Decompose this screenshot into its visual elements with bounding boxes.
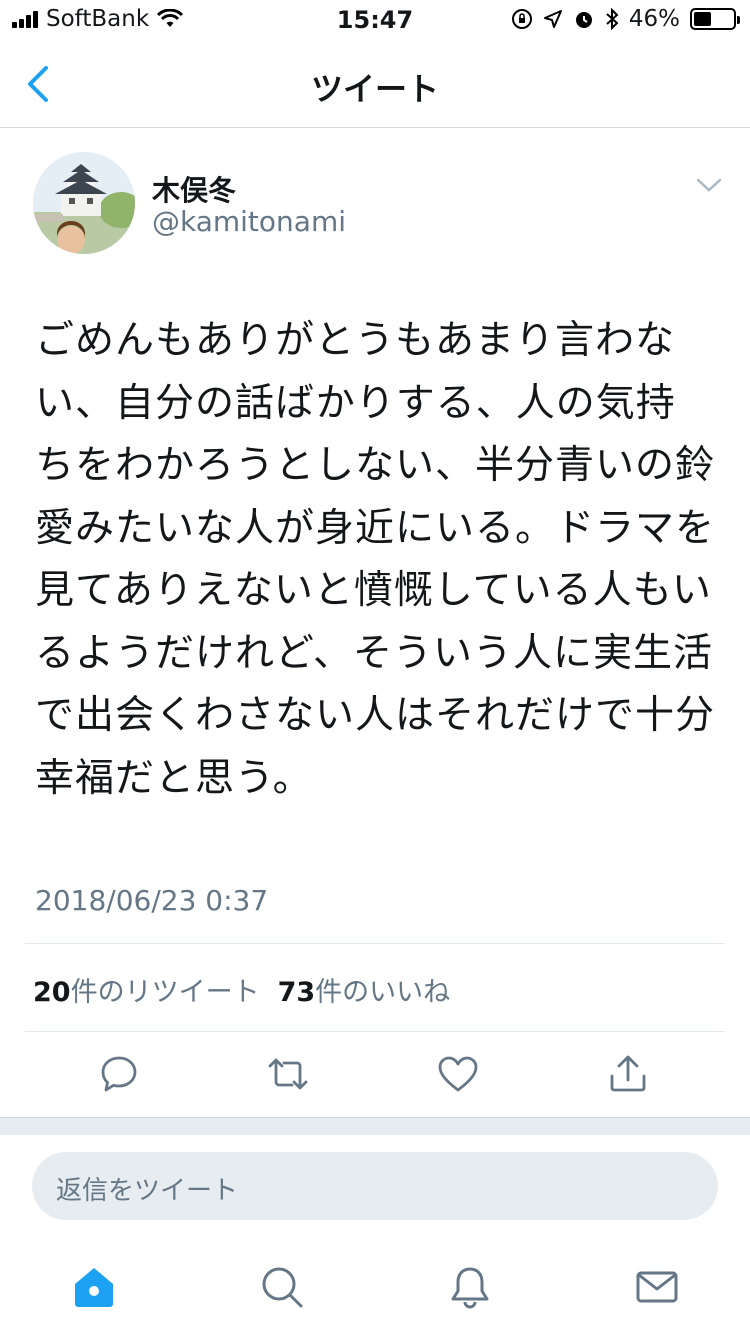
tweet-stats: 20件のリツイート 73件のいいね: [33, 970, 450, 1009]
battery-level: [694, 12, 712, 26]
tab-bar: [0, 1240, 750, 1334]
share-icon[interactable]: [606, 1052, 650, 1096]
retweet-label: 件のリツイート: [70, 977, 260, 1008]
tweet-header: 木俣冬 @kamitonami: [0, 129, 750, 279]
heart-icon[interactable]: [436, 1052, 480, 1096]
reply-icon[interactable]: [97, 1052, 141, 1096]
retweet-icon[interactable]: [266, 1052, 310, 1096]
page-title: ツイート: [310, 70, 439, 108]
status-bar: SoftBank 15:47 46%: [0, 0, 750, 40]
section-separator: [0, 1117, 750, 1135]
retweet-count: 20: [33, 977, 71, 1008]
rotation-lock-icon: [511, 9, 532, 29]
status-right: 46%: [511, 6, 740, 32]
nav-bar: ツイート: [0, 40, 750, 128]
search-icon[interactable]: [259, 1264, 305, 1310]
divider: [25, 943, 725, 944]
divider: [25, 1031, 725, 1032]
tweet-timestamp: 2018/06/23 0:37: [35, 884, 269, 917]
avatar[interactable]: [33, 152, 135, 254]
home-icon[interactable]: [71, 1264, 117, 1310]
tweet-actions: [0, 1040, 750, 1116]
user-handle[interactable]: @kamitonami: [152, 205, 346, 238]
envelope-icon[interactable]: [634, 1264, 680, 1310]
battery-percent: 46%: [628, 6, 680, 32]
reply-placeholder: 返信をツイート: [56, 1176, 239, 1206]
tweet-text: ごめんもありがとうもあまり言わない、自分の話ばかりする、人の気持ちをわかろうとし…: [35, 318, 716, 801]
location-icon: [543, 10, 562, 28]
bell-icon[interactable]: [447, 1264, 493, 1310]
display-name[interactable]: 木俣冬: [152, 169, 236, 209]
retweet-stat[interactable]: 20件のリツイート: [33, 970, 260, 1009]
battery-icon: [690, 8, 740, 30]
reply-input[interactable]: 返信をツイート: [32, 1152, 718, 1220]
like-label: 件のいいね: [315, 977, 451, 1008]
chevron-down-icon[interactable]: [696, 177, 722, 193]
like-count: 73: [277, 977, 316, 1008]
alarm-icon: [575, 12, 592, 28]
like-stat[interactable]: 73件のいいね: [278, 970, 451, 1009]
bluetooth-icon: [606, 8, 619, 30]
